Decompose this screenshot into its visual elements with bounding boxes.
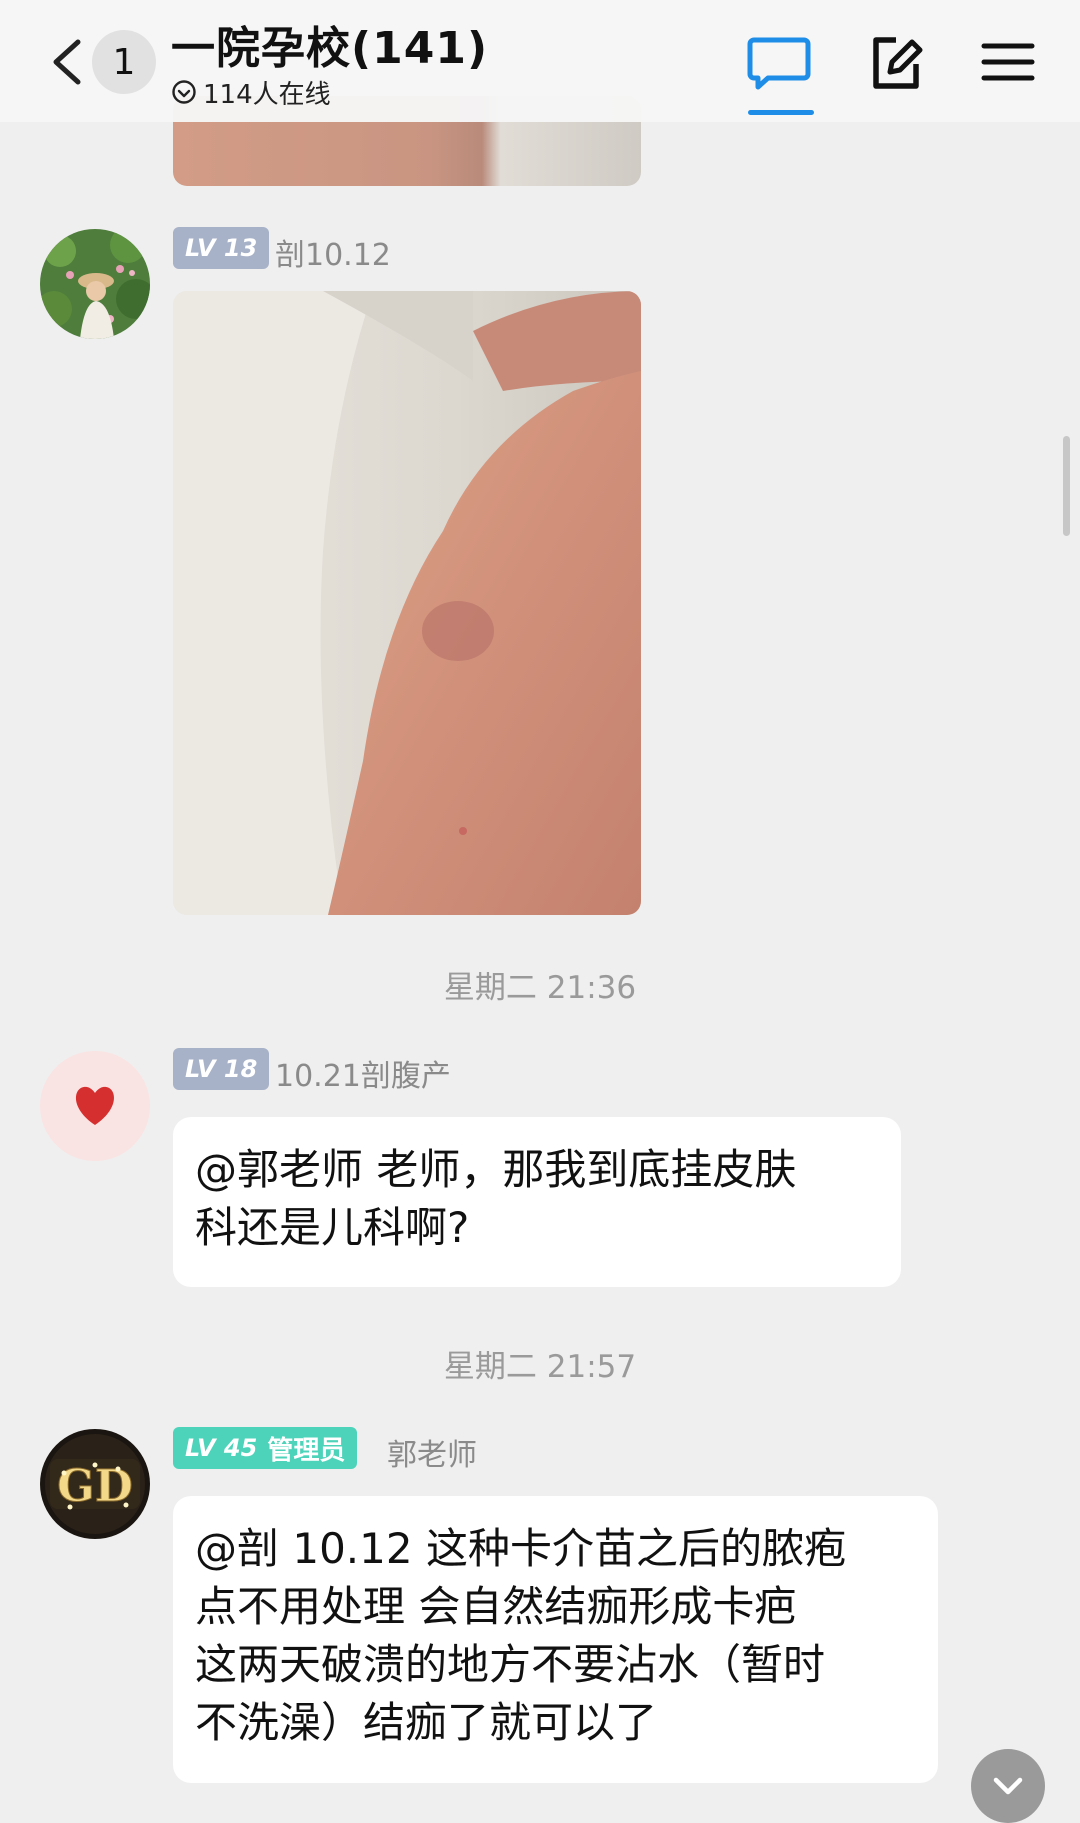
avatar[interactable] xyxy=(40,1051,150,1161)
heart-icon xyxy=(40,1051,150,1161)
message-text-line: @郭老师 老师，那我到底挂皮肤 xyxy=(195,1145,797,1194)
chat-header: 1 一院孕校(141) 114人在线 xyxy=(0,0,1080,122)
back-icon xyxy=(53,39,81,85)
group-title: 一院孕校(141) xyxy=(171,23,489,74)
chevron-down-icon xyxy=(993,1777,1023,1795)
sender-name[interactable]: 10.21剖腹产 xyxy=(275,1051,451,1095)
admin-role-label: 管理员 xyxy=(267,1435,346,1466)
more-menu-button[interactable] xyxy=(978,30,1038,94)
scroll-to-bottom-button[interactable] xyxy=(971,1749,1045,1823)
menu-icon xyxy=(981,43,1035,81)
level-badge: LV 18 xyxy=(173,1048,270,1090)
level-text: LV 13 xyxy=(185,234,258,262)
sender-name[interactable]: 郭老师 xyxy=(387,1430,477,1474)
avatar[interactable] xyxy=(40,229,150,339)
active-tab-indicator xyxy=(748,110,814,115)
photo-image xyxy=(173,291,641,915)
message-text-line: @剖 10.12 这种卡介苗之后的脓疱 xyxy=(195,1524,846,1573)
edit-icon xyxy=(873,37,923,89)
svg-text:GD: GD xyxy=(57,1461,133,1512)
message-timestamp: 星期二 21:57 xyxy=(443,1349,637,1385)
chat-tab-icon xyxy=(747,37,811,90)
message-text-line: 点不用处理 会自然结痂形成卡疤 xyxy=(195,1582,797,1631)
unread-count-badge[interactable]: 1 xyxy=(92,30,156,94)
avatar[interactable]: GD xyxy=(40,1429,150,1539)
message-bubble[interactable]: @剖 10.12 这种卡介苗之后的脓疱 点不用处理 会自然结痂形成卡疤 这两天破… xyxy=(173,1496,938,1783)
photo-message[interactable] xyxy=(173,291,641,915)
online-status: 114人在线 xyxy=(171,76,331,110)
message-bubble[interactable]: @郭老师 老师，那我到底挂皮肤 科还是儿科啊? xyxy=(173,1117,901,1287)
avatar-image xyxy=(40,229,150,339)
sender-name[interactable]: 剖10.12 xyxy=(275,230,391,274)
message-timestamp: 星期二 21:36 xyxy=(443,970,637,1006)
level-badge: LV 45 管理员 xyxy=(173,1427,358,1469)
online-status-icon xyxy=(172,80,196,104)
message-text-line: 这两天破溃的地方不要沾水（暂时 xyxy=(195,1640,826,1689)
level-text: LV 45 xyxy=(185,1434,258,1462)
online-count: 114人在线 xyxy=(203,79,331,110)
scrollbar[interactable] xyxy=(1063,436,1070,536)
back-button[interactable] xyxy=(44,30,90,94)
level-text: LV 18 xyxy=(185,1055,258,1083)
post-edit-button[interactable] xyxy=(866,30,926,94)
message-text-line: 科还是儿科啊? xyxy=(195,1203,470,1252)
message-text-line: 不洗澡）结痂了就可以了 xyxy=(195,1698,658,1747)
tab-chat[interactable] xyxy=(746,30,814,116)
level-badge: LV 13 xyxy=(173,227,270,269)
avatar-image: GD xyxy=(40,1429,150,1539)
